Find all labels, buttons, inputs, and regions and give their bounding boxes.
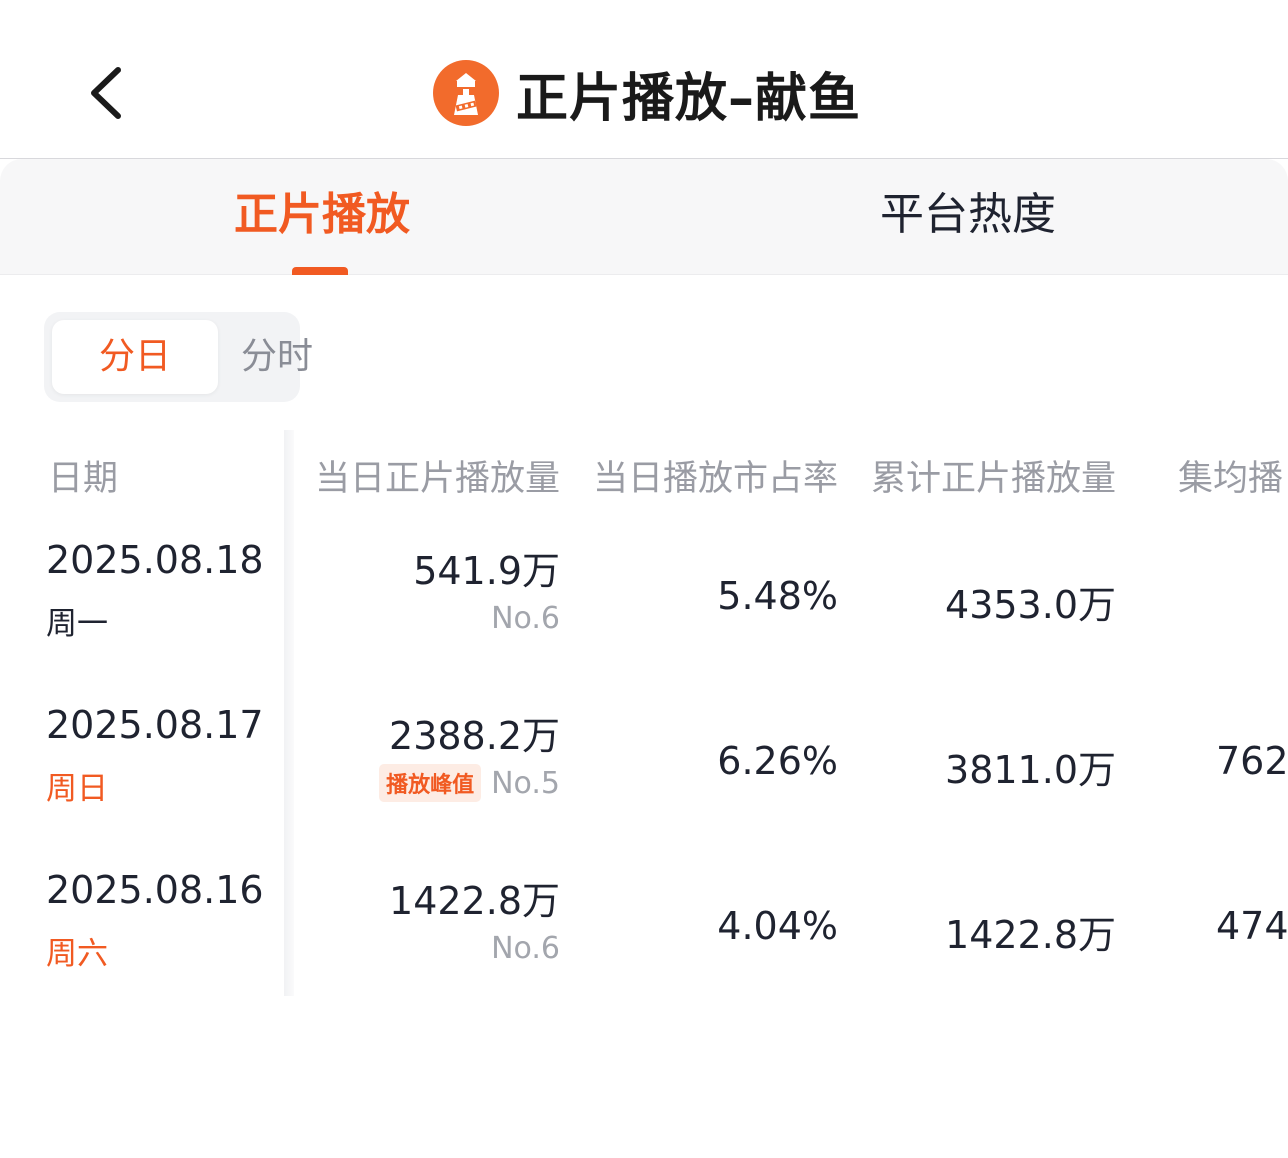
segment-hourly[interactable]: 分时	[222, 320, 332, 394]
lighthouse-film-logo	[433, 60, 499, 126]
row-date: 2025.08.17	[46, 703, 264, 747]
table-row: 2025.08.18 周一 541.9万 No.6 5.48% 4353.0万	[0, 538, 1288, 703]
back-button[interactable]	[78, 58, 138, 128]
column-header-market-share: 当日播放市占率	[592, 459, 838, 499]
row-weekday: 周日	[46, 771, 108, 807]
row-daily-plays: 541.9万	[413, 549, 560, 593]
title-group: 正片播放–献鱼	[432, 58, 862, 129]
tab-bar: 正片播放 平台热度	[0, 159, 1288, 275]
column-header-episode-average: 集均播	[1178, 459, 1284, 499]
row-weekday: 周六	[46, 936, 108, 972]
column-header-date: 日期	[48, 459, 119, 499]
row-daily-plays: 2388.2万	[389, 714, 560, 758]
peak-badge: 播放峰值	[379, 764, 482, 802]
table-row: 2025.08.16 周六 1422.8万 No.6 4.04% 1422.8万…	[0, 868, 1288, 1000]
row-daily-plays: 1422.8万	[389, 879, 560, 923]
row-rank: No.6	[491, 600, 560, 636]
row-market-share: 6.26%	[717, 739, 838, 783]
row-rank-group: 播放峰值 No.5	[379, 763, 560, 803]
row-rank-group: No.6	[491, 928, 560, 968]
page-title: 正片播放–献鱼	[516, 68, 862, 129]
row-cumulative-plays: 4353.0万	[945, 583, 1116, 627]
row-weekday: 周一	[46, 606, 108, 642]
row-cumulative-plays: 1422.8万	[945, 913, 1116, 957]
row-date: 2025.08.16	[46, 868, 264, 912]
play-data-table[interactable]: 日期 当日正片播放量 当日播放市占率 累计正片播放量 集均播 2025.08.1…	[0, 430, 1288, 1000]
row-episode-average: 762.	[1216, 739, 1288, 783]
segment-daily[interactable]: 分日	[52, 320, 218, 394]
row-rank: No.6	[491, 930, 560, 966]
column-header-daily-plays: 当日正片播放量	[314, 459, 560, 499]
tab-platform-heat[interactable]: 平台热度	[880, 185, 1056, 245]
row-episode-average: 474.	[1216, 904, 1288, 948]
row-market-share: 5.48%	[717, 574, 838, 618]
tab-episode-play[interactable]: 正片播放	[234, 185, 410, 245]
column-header-cumulative-plays: 累计正片播放量	[870, 459, 1116, 499]
granularity-toggle: 分日 分时	[44, 312, 313, 402]
table-row: 2025.08.17 周日 2388.2万 播放峰值 No.5 6.26% 38…	[0, 703, 1288, 868]
header-bar: 正片播放–献鱼	[0, 0, 1288, 159]
row-date: 2025.08.18	[46, 538, 264, 582]
chevron-left-icon	[91, 67, 121, 119]
row-market-share: 4.04%	[717, 904, 838, 948]
row-rank-group: No.6	[491, 598, 560, 638]
tab-active-indicator	[292, 267, 348, 275]
row-rank: No.5	[491, 765, 560, 801]
row-cumulative-plays: 3811.0万	[945, 748, 1116, 792]
